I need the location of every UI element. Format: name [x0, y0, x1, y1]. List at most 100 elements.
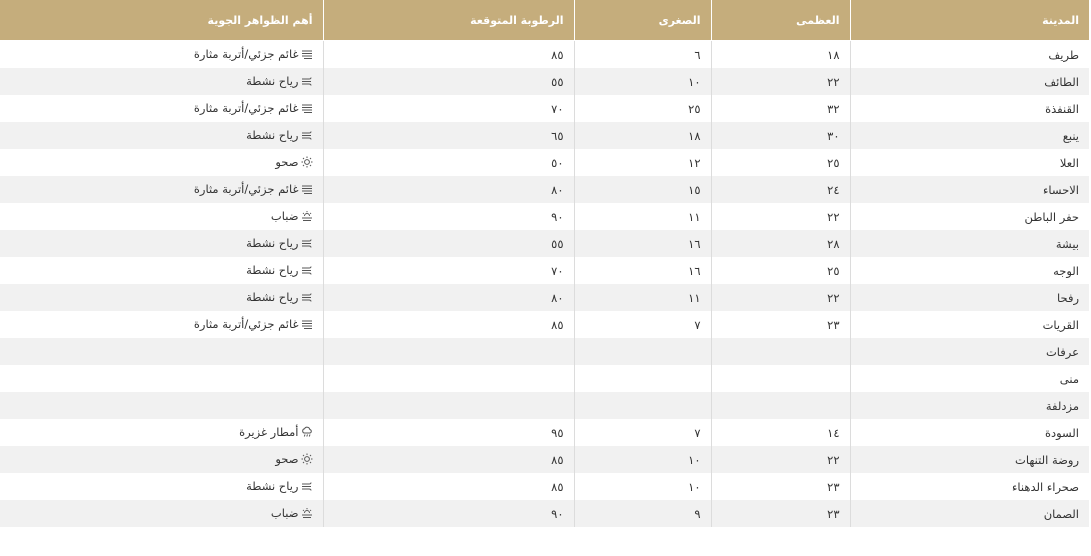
min-temp-cell: ١٠: [573, 446, 711, 473]
max-temp-cell: ١٨: [710, 40, 850, 68]
humidity-cell: ٨٠: [322, 176, 574, 203]
phenomenon-label: غائم جزئي/أتربة مثارة: [193, 100, 299, 115]
max-temp-cell: ٢٣: [710, 473, 850, 500]
min-temp-cell: ١١: [573, 284, 711, 311]
fog-icon: [301, 507, 313, 519]
phenomenon: صحو: [275, 452, 312, 466]
city-cell: منى: [849, 365, 1089, 392]
min-temp-cell: [573, 338, 711, 365]
phenomenon: ضباب: [271, 209, 313, 223]
phenomenon-cell: رياح نشطة: [0, 473, 323, 500]
header-min: الصغرى: [573, 0, 711, 41]
min-temp-cell: ٦: [573, 40, 711, 68]
phenomenon: غائم جزئي/أتربة مثارة: [194, 182, 313, 196]
max-temp-cell: ٢٢: [710, 203, 850, 230]
max-temp-cell: ٢٢: [710, 68, 850, 95]
humidity-cell: ٨٥: [322, 311, 574, 338]
city-cell: القنفذة: [849, 95, 1089, 122]
city-cell: روضة التنهات: [849, 446, 1089, 473]
table-row: الاحساء ٢٤ ١٥ ٨٠ غائم جزئي/أتربة مثارة: [0, 176, 1089, 203]
phenomenon: غائم جزئي/أتربة مثارة: [194, 47, 313, 61]
phenomenon-cell: [0, 392, 323, 419]
city-cell: الوجه: [849, 257, 1089, 284]
phenomenon-label: أمطار غزيرة: [239, 424, 299, 439]
humidity-cell: ٨٠: [322, 284, 574, 311]
weather-page: المدينة العظمى الصغرى الرطوبة المتوقعة أ…: [0, 0, 1091, 556]
header-phenomena: أهم الظواهر الجوية: [0, 0, 323, 41]
humidity-cell: [322, 365, 574, 392]
phenomenon: أمطار غزيرة: [239, 425, 312, 439]
table-row: روضة التنهات ٢٢ ١٠ ٨٥ صحو: [0, 446, 1089, 473]
phenomenon-label: رياح نشطة: [246, 289, 299, 304]
phenomenon-cell: [0, 338, 323, 365]
max-temp-cell: ٢٤: [710, 176, 850, 203]
phenomenon-label: صحو: [275, 451, 299, 466]
city-cell: رفحا: [849, 284, 1089, 311]
phenomenon: رياح نشطة: [246, 263, 312, 277]
dust-icon: [301, 48, 313, 60]
city-cell: طريف: [849, 40, 1089, 68]
min-temp-cell: [573, 392, 711, 419]
phenomenon-label: ضباب: [270, 505, 299, 520]
phenomenon-cell: [0, 365, 323, 392]
phenomenon: رياح نشطة: [246, 74, 312, 88]
table-row: منى: [0, 365, 1089, 392]
phenomenon-cell: غائم جزئي/أتربة مثارة: [0, 40, 323, 68]
phenomenon-cell: صحو: [0, 446, 323, 473]
table-row: رفحا ٢٢ ١١ ٨٠ رياح نشطة: [0, 284, 1089, 311]
min-temp-cell: ١٢: [573, 149, 711, 176]
phenomenon-label: رياح نشطة: [246, 127, 299, 142]
phenomenon: غائم جزئي/أتربة مثارة: [194, 317, 313, 331]
phenomenon-label: غائم جزئي/أتربة مثارة: [193, 181, 299, 196]
humidity-cell: [322, 338, 574, 365]
city-cell: العلا: [849, 149, 1089, 176]
max-temp-cell: ٣٠: [710, 122, 850, 149]
max-temp-cell: ١٤: [710, 419, 850, 446]
max-temp-cell: [710, 338, 850, 365]
city-cell: عرفات: [849, 338, 1089, 365]
table-header: المدينة العظمى الصغرى الرطوبة المتوقعة أ…: [0, 0, 1089, 41]
max-temp-cell: ٢٥: [710, 257, 850, 284]
header-city: المدينة: [849, 0, 1089, 41]
table-row: العلا ٢٥ ١٢ ٥٠ صحو: [0, 149, 1089, 176]
max-temp-cell: ٢٨: [710, 230, 850, 257]
min-temp-cell: [573, 365, 711, 392]
table-body: طريف ١٨ ٦ ٨٥ غائم جزئي/أتربة مثارة الطائف ٢٢ ١٠…: [0, 40, 1089, 527]
table-row: القنفذة ٣٢ ٢٥ ٧٠ غائم جزئي/أتربة مثارة: [0, 95, 1089, 122]
max-temp-cell: ٢٣: [710, 500, 850, 527]
phenomenon-label: رياح نشطة: [246, 73, 299, 88]
max-temp-cell: ٢٢: [710, 446, 850, 473]
phenomenon: غائم جزئي/أتربة مثارة: [194, 101, 313, 115]
header-row: المدينة العظمى الصغرى الرطوبة المتوقعة أ…: [0, 0, 1089, 41]
table-row: الصمان ٢٣ ٩ ٩٠ ضباب: [0, 500, 1089, 527]
table-row: السودة ١٤ ٧ ٩٥ أمطار غزيرة: [0, 419, 1089, 446]
table-row: حفر الباطن ٢٢ ١١ ٩٠ ضباب: [0, 203, 1089, 230]
table-row: مزدلفة: [0, 392, 1089, 419]
table-row: صحراء الدهناء ٢٣ ١٠ ٨٥ رياح نشطة: [0, 473, 1089, 500]
humidity-cell: ٨٥: [322, 473, 574, 500]
sun-icon: [301, 156, 313, 168]
humidity-cell: ٧٠: [322, 95, 574, 122]
dust-icon: [301, 183, 313, 195]
phenomenon-label: رياح نشطة: [246, 235, 299, 250]
max-temp-cell: [710, 365, 850, 392]
min-temp-cell: ١٠: [573, 473, 711, 500]
humidity-cell: ٥٠: [322, 149, 574, 176]
min-temp-cell: ٢٥: [573, 95, 711, 122]
dust-icon: [301, 318, 313, 330]
humidity-cell: ٨٥: [322, 40, 574, 68]
wind-icon: [301, 75, 313, 87]
phenomenon: رياح نشطة: [246, 290, 312, 304]
table-row: الطائف ٢٢ ١٠ ٥٥ رياح نشطة: [0, 68, 1089, 95]
phenomenon-cell: ضباب: [0, 500, 323, 527]
phenomenon-cell: رياح نشطة: [0, 122, 323, 149]
max-temp-cell: [710, 392, 850, 419]
fog-icon: [301, 210, 313, 222]
city-cell: القريات: [849, 311, 1089, 338]
min-temp-cell: ١٦: [573, 257, 711, 284]
dust-icon: [301, 102, 313, 114]
table-row: طريف ١٨ ٦ ٨٥ غائم جزئي/أتربة مثارة: [0, 40, 1089, 68]
header-max: العظمى: [710, 0, 850, 41]
max-temp-cell: ٢٢: [710, 284, 850, 311]
min-temp-cell: ١٨: [573, 122, 711, 149]
